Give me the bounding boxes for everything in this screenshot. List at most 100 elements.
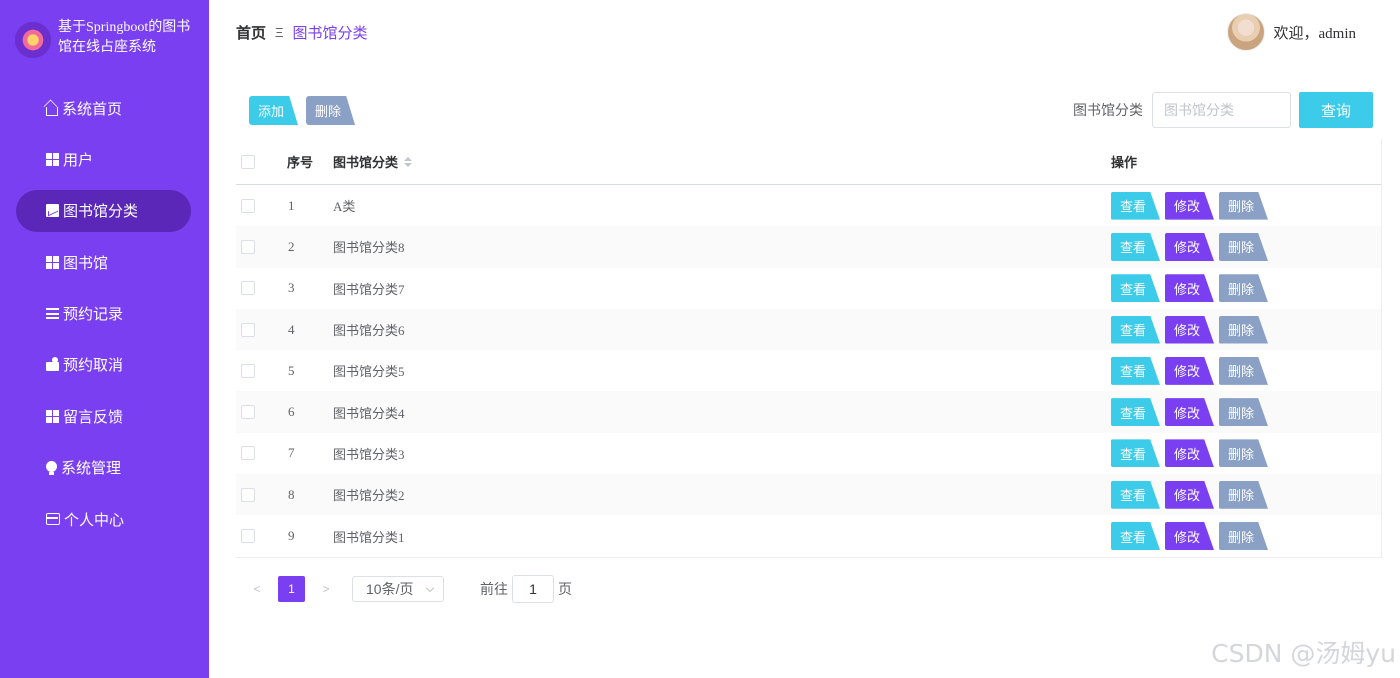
- row-checkbox[interactable]: [241, 281, 255, 296]
- row-checkbox[interactable]: [241, 487, 255, 502]
- delete-button[interactable]: 删除: [1219, 356, 1268, 385]
- sidebar-item-users[interactable]: 用户: [16, 138, 191, 180]
- table-header: 序号 图书馆分类 操作: [236, 139, 1381, 185]
- view-button[interactable]: 查看: [1111, 398, 1160, 427]
- brand-title: 基于Springboot的图书馆在线占座系统: [58, 20, 191, 55]
- row-checkbox[interactable]: [241, 529, 255, 544]
- sidebar-item-cancellations[interactable]: 预约取消: [16, 344, 191, 386]
- edit-button[interactable]: 修改: [1165, 274, 1214, 303]
- edit-button[interactable]: 修改: [1165, 356, 1214, 385]
- sidebar-item-system[interactable]: 系统管理: [16, 447, 191, 489]
- page-number-current[interactable]: 1: [278, 576, 305, 602]
- row-checkbox[interactable]: [241, 446, 255, 461]
- view-button[interactable]: 查看: [1111, 232, 1160, 261]
- delete-button[interactable]: 删除: [1219, 439, 1268, 468]
- cell-index: 9: [288, 528, 295, 544]
- header-index: 序号: [287, 155, 314, 170]
- view-button[interactable]: 查看: [1111, 315, 1160, 344]
- search-bar: 图书馆分类 查询: [1073, 92, 1373, 128]
- card-icon: [46, 513, 60, 526]
- sidebar-item-feedback[interactable]: 留言反馈: [16, 395, 191, 437]
- row-checkbox[interactable]: [241, 363, 255, 378]
- view-button[interactable]: 查看: [1111, 480, 1160, 509]
- cell-name: 图书馆分类7: [333, 281, 405, 297]
- view-button[interactable]: 查看: [1111, 522, 1160, 551]
- cell-ops: 查看 修改 删除: [1111, 480, 1381, 509]
- sidebar-item-label: 留言反馈: [63, 408, 124, 426]
- brand: 基于Springboot的图书馆在线占座系统: [15, 18, 200, 60]
- row-checkbox[interactable]: [241, 198, 255, 213]
- table-row: 4 图书馆分类6 查看 修改 删除: [236, 308, 1381, 351]
- delete-button[interactable]: 删除: [1219, 480, 1268, 509]
- next-page-button[interactable]: >: [316, 582, 336, 596]
- select-all-checkbox[interactable]: [241, 154, 255, 169]
- goto-page-input[interactable]: [512, 575, 554, 603]
- delete-button[interactable]: 删除: [1219, 315, 1268, 344]
- sidebar-item-home[interactable]: 系统首页: [16, 87, 191, 129]
- cell-name: 图书馆分类4: [333, 405, 405, 421]
- breadcrumb-current: 图书馆分类: [292, 24, 368, 42]
- edit-button[interactable]: 修改: [1165, 232, 1214, 261]
- row-checkbox[interactable]: [241, 239, 255, 254]
- sidebar-item-library-category[interactable]: 图书馆分类: [16, 189, 191, 232]
- delete-button[interactable]: 删除: [1219, 274, 1268, 303]
- cell-ops: 查看 修改 删除: [1111, 191, 1381, 220]
- toolbar: 添加 删除: [249, 96, 363, 125]
- sidebar-item-reservations[interactable]: 预约记录: [16, 293, 191, 335]
- cell-name: 图书馆分类3: [333, 446, 405, 462]
- cell-index: 8: [288, 486, 295, 502]
- row-checkbox[interactable]: [241, 322, 255, 337]
- category-table: 序号 图书馆分类 操作 1 A类 查看 修改 删除 2 图书馆分类8 查看 修改 删除 3 图书馆分类…: [236, 139, 1382, 558]
- cell-name: 图书馆分类5: [333, 364, 405, 380]
- search-button[interactable]: 查询: [1299, 92, 1373, 128]
- edit-button[interactable]: 修改: [1165, 522, 1214, 551]
- watermark: CSDN @汤姆yu: [1211, 639, 1396, 668]
- cell-index: 4: [288, 321, 295, 337]
- delete-button[interactable]: 删除: [1219, 522, 1268, 551]
- grid-icon: [46, 255, 59, 269]
- sidebar-item-label: 个人中心: [64, 511, 125, 529]
- cell-ops: 查看 修改 删除: [1111, 439, 1381, 468]
- cell-index: 5: [288, 362, 295, 378]
- sidebar-item-label: 图书馆: [63, 254, 109, 272]
- edit-button[interactable]: 修改: [1165, 439, 1214, 468]
- sidebar-item-profile[interactable]: 个人中心: [16, 498, 191, 540]
- sidebar-item-label: 系统首页: [62, 100, 123, 118]
- delete-button[interactable]: 删除: [1219, 398, 1268, 427]
- view-button[interactable]: 查看: [1111, 356, 1160, 385]
- page-size-value: 10条/页: [366, 581, 414, 597]
- search-input[interactable]: [1152, 92, 1291, 128]
- chart-icon: [46, 204, 59, 218]
- cell-index: 7: [288, 445, 295, 461]
- sidebar-item-label: 系统管理: [61, 460, 122, 478]
- avatar[interactable]: [1226, 13, 1265, 51]
- cell-ops: 查看 修改 删除: [1111, 356, 1381, 385]
- view-button[interactable]: 查看: [1111, 191, 1160, 220]
- edit-button[interactable]: 修改: [1165, 191, 1214, 220]
- sidebar-item-label: 预约记录: [63, 306, 124, 324]
- table-row: 1 A类 查看 修改 删除: [236, 185, 1381, 226]
- edit-button[interactable]: 修改: [1165, 480, 1214, 509]
- user-menu[interactable]: 欢迎，admin: [1226, 13, 1356, 51]
- sidebar-item-library[interactable]: 图书馆: [16, 241, 191, 283]
- edit-button[interactable]: 修改: [1165, 398, 1214, 427]
- breadcrumb-home[interactable]: 首页: [236, 22, 266, 43]
- edit-button[interactable]: 修改: [1165, 315, 1214, 344]
- cell-name: 图书馆分类2: [333, 488, 405, 504]
- row-checkbox[interactable]: [241, 405, 255, 420]
- delete-button[interactable]: 删除: [1219, 232, 1268, 261]
- sidebar: 基于Springboot的图书馆在线占座系统 系统首页 用户 图书馆分类 图书馆…: [0, 0, 209, 678]
- delete-button[interactable]: 删除: [1219, 191, 1268, 220]
- goto-suffix: 页: [558, 581, 572, 597]
- sort-icon[interactable]: [404, 156, 413, 167]
- add-button[interactable]: 添加: [249, 96, 299, 125]
- header-name[interactable]: 图书馆分类: [333, 152, 1111, 171]
- view-button[interactable]: 查看: [1111, 274, 1160, 303]
- bulk-delete-button[interactable]: 删除: [306, 96, 356, 125]
- prev-page-button[interactable]: <: [247, 582, 267, 596]
- goto-label: 前往: [480, 581, 508, 597]
- home-icon: [46, 106, 58, 116]
- page-size-select[interactable]: 10条/页: [352, 576, 444, 602]
- cell-ops: 查看 修改 删除: [1111, 522, 1381, 551]
- view-button[interactable]: 查看: [1111, 439, 1160, 468]
